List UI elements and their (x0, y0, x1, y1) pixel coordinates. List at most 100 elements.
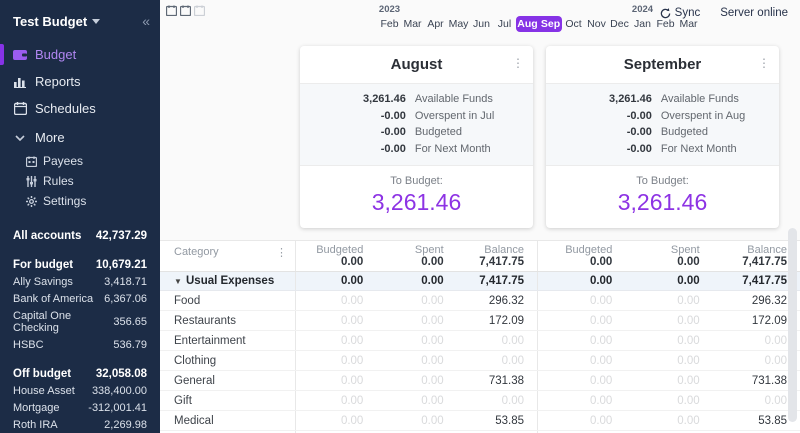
budget-cell[interactable]: 0.00 (625, 331, 712, 350)
budget-cell[interactable]: 0.00 (457, 351, 537, 370)
budget-cell[interactable]: 0.00 (713, 391, 800, 410)
budget-cell[interactable]: 0.00 (376, 291, 456, 310)
budget-cell[interactable]: 0.00 (625, 311, 712, 330)
month-cell-mar-1[interactable]: Mar (401, 4, 424, 32)
sidebar-item-settings[interactable]: Settings (0, 191, 160, 211)
budget-cell[interactable]: 7,417.75 (713, 272, 800, 290)
category-name-cell[interactable]: Food (160, 291, 295, 310)
month-cell-may-3[interactable]: May (447, 4, 470, 32)
budget-cell[interactable]: 172.09 (713, 311, 800, 330)
card-menu-icon[interactable]: ⋮ (758, 56, 770, 70)
one-month-view-icon[interactable] (166, 3, 177, 21)
budget-cell[interactable]: 53.85 (713, 411, 800, 430)
budget-cell[interactable]: 0.00 (538, 291, 625, 310)
category-name-cell[interactable]: ▼Usual Expenses (160, 272, 295, 290)
month-cell-jan-11[interactable]: 2024Jan (631, 4, 654, 32)
budget-cell[interactable]: 0.00 (538, 411, 625, 430)
budget-cell[interactable]: 0.00 (713, 331, 800, 350)
sidebar-more-toggle[interactable]: More (0, 122, 160, 149)
category-name-cell[interactable]: General (160, 371, 295, 390)
month-cell-feb-0[interactable]: 2023Feb (378, 4, 401, 32)
budget-cell[interactable]: 0.00 (296, 391, 376, 410)
sync-button[interactable]: Sync (660, 7, 701, 19)
month-cell-oct-8[interactable]: Oct (562, 4, 585, 32)
month-cell-apr-2[interactable]: Apr (424, 4, 447, 32)
account-row[interactable]: Capital One Checking356.65 (13, 307, 147, 336)
sidebar-item-budget[interactable]: Budget (0, 41, 160, 68)
budget-cell[interactable]: 731.38 (457, 371, 537, 390)
category-name-cell[interactable]: Gift (160, 391, 295, 410)
budget-cell[interactable]: 0.00 (376, 391, 456, 410)
budget-cell[interactable]: 53.85 (457, 411, 537, 430)
budget-cell[interactable]: 0.00 (538, 391, 625, 410)
account-row[interactable]: Roth IRA2,269.98 (13, 416, 147, 433)
budget-cell[interactable]: 0.00 (625, 371, 712, 390)
to-budget-amount[interactable]: 3,261.46 (300, 189, 533, 216)
collapse-group-icon[interactable]: ▼ (174, 277, 186, 286)
budget-cell[interactable]: 0.00 (625, 351, 712, 370)
budget-cell[interactable]: 0.00 (625, 391, 712, 410)
card-menu-icon[interactable]: ⋮ (512, 56, 524, 70)
account-row[interactable]: House Asset338,400.00 (13, 382, 147, 399)
category-menu-icon[interactable]: ⋮ (276, 247, 287, 259)
category-name-cell[interactable]: Medical (160, 411, 295, 430)
budget-cell[interactable]: 0.00 (713, 351, 800, 370)
budget-cell[interactable]: 0.00 (538, 331, 625, 350)
account-row[interactable]: HSBC536.79 (13, 336, 147, 353)
budget-cell[interactable]: 0.00 (376, 371, 456, 390)
budget-cell[interactable]: 0.00 (296, 331, 376, 350)
budget-cell[interactable]: 0.00 (625, 272, 712, 290)
budget-cell[interactable]: 0.00 (625, 411, 712, 430)
month-cell-jun-4[interactable]: Jun (470, 4, 493, 32)
category-name-cell[interactable]: Entertainment (160, 331, 295, 350)
budget-cell[interactable]: 0.00 (296, 272, 376, 290)
account-group-header[interactable]: Off budget32,058.08 (13, 365, 147, 382)
month-cell-aug-6[interactable]: Aug (516, 4, 539, 32)
account-row[interactable]: Mortgage-312,001.41 (13, 399, 147, 416)
budget-switcher[interactable]: Test Budget (13, 14, 100, 29)
budget-cell[interactable]: 0.00 (376, 411, 456, 430)
budget-cell[interactable]: 0.00 (538, 371, 625, 390)
budget-cell[interactable]: 0.00 (296, 411, 376, 430)
account-row[interactable]: Bank of America6,367.06 (13, 290, 147, 307)
budget-cell[interactable]: 0.00 (538, 311, 625, 330)
sidebar-item-schedules[interactable]: Schedules (0, 95, 160, 122)
budget-cell[interactable]: 296.32 (457, 291, 537, 310)
budget-cell[interactable]: 0.00 (296, 371, 376, 390)
account-row[interactable]: Ally Savings3,418.71 (13, 273, 147, 290)
budget-cell[interactable]: 0.00 (538, 351, 625, 370)
card-month-title: September (624, 56, 702, 73)
budget-cell[interactable]: 0.00 (376, 351, 456, 370)
collapse-sidebar-icon[interactable]: « (142, 13, 148, 29)
category-name-cell[interactable]: Restaurants (160, 311, 295, 330)
month-cell-dec-10[interactable]: Dec (608, 4, 631, 32)
budget-cell[interactable]: 0.00 (457, 391, 537, 410)
budget-cell[interactable]: 0.00 (296, 291, 376, 310)
sidebar-item-reports[interactable]: Reports (0, 68, 160, 95)
three-month-view-icon[interactable] (194, 3, 205, 21)
month-cell-sep-7[interactable]: Sep (539, 4, 562, 32)
all-accounts-row[interactable]: All accounts 42,737.29 (13, 227, 147, 244)
budget-cell[interactable]: 172.09 (457, 311, 537, 330)
budget-cell[interactable]: 0.00 (538, 272, 625, 290)
budget-cell[interactable]: 296.32 (713, 291, 800, 310)
budget-cell[interactable]: 0.00 (296, 351, 376, 370)
sidebar-item-payees[interactable]: Payees (0, 151, 160, 171)
sidebar-item-rules[interactable]: Rules (0, 171, 160, 191)
budget-cell[interactable]: 7,417.75 (457, 272, 537, 290)
budget-cell[interactable]: 0.00 (376, 272, 456, 290)
budget-cell[interactable]: 731.38 (713, 371, 800, 390)
server-status[interactable]: Server online (720, 7, 788, 19)
budget-cell[interactable]: 0.00 (376, 311, 456, 330)
budget-cell[interactable]: 0.00 (296, 311, 376, 330)
to-budget-amount[interactable]: 3,261.46 (546, 189, 779, 216)
month-cell-jul-5[interactable]: Jul (493, 4, 516, 32)
budget-cell[interactable]: 0.00 (625, 291, 712, 310)
budget-cell[interactable]: 0.00 (457, 331, 537, 350)
vertical-scrollbar[interactable] (788, 228, 797, 422)
category-name-cell[interactable]: Clothing (160, 351, 295, 370)
budget-cell[interactable]: 0.00 (376, 331, 456, 350)
month-cell-nov-9[interactable]: Nov (585, 4, 608, 32)
account-group-header[interactable]: For budget10,679.21 (13, 256, 147, 273)
two-month-view-icon[interactable] (180, 3, 191, 21)
